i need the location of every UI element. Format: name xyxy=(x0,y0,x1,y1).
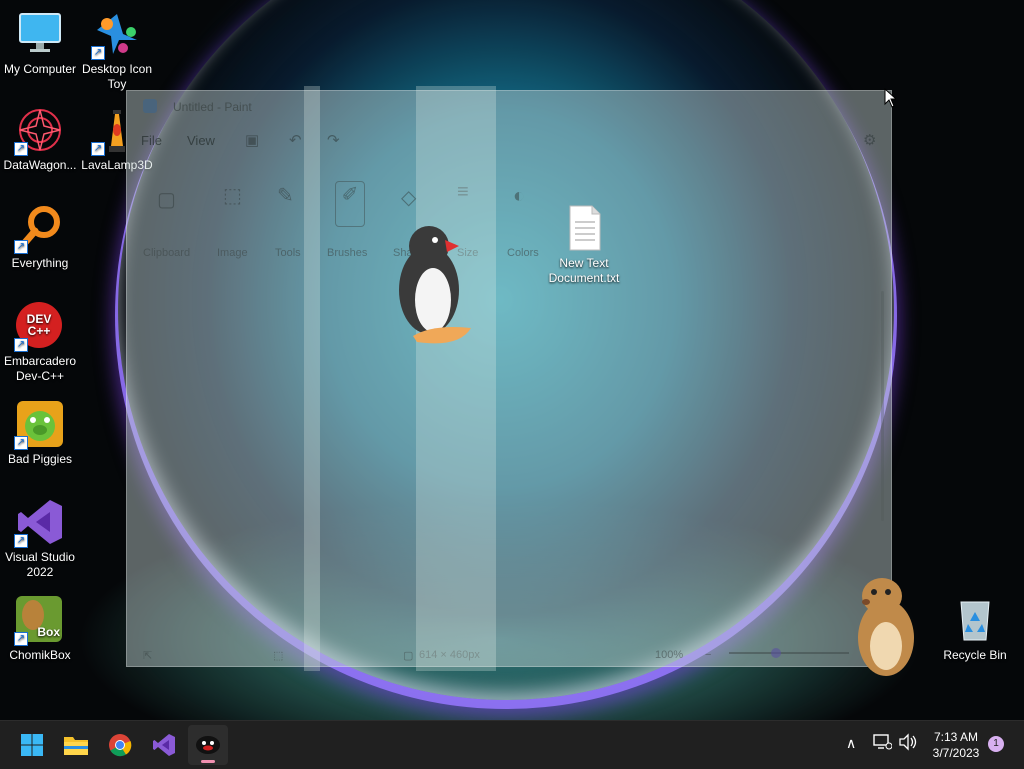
volume-icon[interactable] xyxy=(898,733,918,754)
paint-window[interactable]: Untitled - Paint File View ▣ ↶ ↷ ⚙ ▢ ⬚ ✎… xyxy=(126,90,892,667)
redo-icon[interactable]: ↷ xyxy=(327,131,340,149)
chrome-button[interactable] xyxy=(100,725,140,765)
group-label-image: Image xyxy=(217,247,248,259)
file-explorer-button[interactable] xyxy=(56,725,96,765)
desktop-icon-label: Desktop Icon Toy xyxy=(81,62,153,91)
shortcut-arrow-icon: ↗ xyxy=(14,436,28,450)
text-document-icon xyxy=(560,204,608,252)
desktop-icon-label: Bad Piggies xyxy=(7,452,73,466)
desktop-icon-label: Embarcadero Dev-C++ xyxy=(3,354,77,383)
paint-app-icon xyxy=(143,99,157,113)
group-label-brushes: Brushes xyxy=(327,247,368,259)
recycle-bin-icon xyxy=(951,596,999,644)
tools-icon[interactable]: ✎ xyxy=(277,183,294,208)
shortcut-arrow-icon: ↗ xyxy=(14,142,28,156)
pingu-taskbar-button[interactable] xyxy=(188,725,228,765)
colors-icon[interactable]: ◐ xyxy=(513,185,525,208)
desktop-icon-desktop-icon-toy[interactable]: ↗ Desktop Icon Toy xyxy=(77,10,157,92)
desktop-icon-label: ChomikBox xyxy=(9,648,71,662)
bad-piggies-icon: ↗ xyxy=(14,400,64,450)
shortcut-arrow-icon: ↗ xyxy=(91,46,105,60)
desktop-icon-my-computer[interactable]: My Computer xyxy=(0,10,80,77)
monitor-icon xyxy=(16,10,64,58)
desktop-icon-bad-piggies[interactable]: ↗ Bad Piggies xyxy=(0,400,80,467)
desktop-icon-label: Visual Studio 2022 xyxy=(5,550,75,579)
group-label-colors: Colors xyxy=(507,247,539,259)
shapes-icon[interactable]: ◇ xyxy=(401,185,416,210)
desktop-icon-everything[interactable]: ↗ Everything xyxy=(0,204,80,271)
desktop-icon-chomikbox[interactable]: Box ↗ ChomikBox xyxy=(0,596,80,663)
desktop-icon-datawagon[interactable]: ↗ DataWagon... xyxy=(0,106,80,173)
desktop-icon-visual-studio[interactable]: ↗ Visual Studio 2022 xyxy=(0,498,80,580)
selection-size-icon: ⬚ xyxy=(273,650,284,662)
settings-icon[interactable]: ⚙ xyxy=(863,131,876,149)
pointer-icon: ⇱ xyxy=(143,650,153,662)
glass-stripe xyxy=(416,86,496,671)
clock-time: 7:13 AM xyxy=(933,730,979,744)
start-button[interactable] xyxy=(12,725,52,765)
shortcut-arrow-icon: ↗ xyxy=(14,338,28,352)
hamster-desktop-pet[interactable] xyxy=(852,574,918,678)
penguin-desktop-pet[interactable] xyxy=(393,224,473,348)
group-label-clipboard: Clipboard xyxy=(143,247,191,259)
chomikbox-icon: Box ↗ xyxy=(14,596,64,646)
desktop-icon-label: My Computer xyxy=(3,62,77,76)
glass-stripe xyxy=(304,86,320,671)
windows-logo-icon xyxy=(21,734,43,756)
desktop-icon-dev-cpp[interactable]: DEV C++ ↗ Embarcadero Dev-C++ xyxy=(0,302,80,384)
magnifier-icon: ↗ xyxy=(14,204,64,254)
visual-studio-icon: ↗ xyxy=(14,498,64,548)
zoom-out-icon[interactable]: − xyxy=(705,649,711,661)
window-title: Untitled - Paint xyxy=(173,100,252,114)
desktop-icon-label: Recycle Bin xyxy=(943,648,1007,662)
desktop-icon-label: Everything xyxy=(11,256,69,270)
zoom-slider-thumb[interactable] xyxy=(771,648,781,658)
zoom-level: 100% xyxy=(655,649,684,661)
clipboard-icon[interactable]: ▢ xyxy=(157,187,176,212)
visual-studio-taskbar-icon xyxy=(153,734,175,756)
notification-badge[interactable]: 1 xyxy=(988,736,1004,752)
desktop-icon-label: New Text Document.txt xyxy=(548,256,620,285)
shortcut-arrow-icon: ↗ xyxy=(14,240,28,254)
network-icon[interactable] xyxy=(872,733,893,754)
shortcut-arrow-icon: ↗ xyxy=(14,632,28,646)
desktop-icon-toy-icon: ↗ xyxy=(91,10,141,60)
desktop-icon-recycle-bin[interactable]: Recycle Bin xyxy=(935,596,1015,663)
visual-studio-taskbar-button[interactable] xyxy=(144,725,184,765)
canvas-size-icon: ▢ xyxy=(403,650,414,662)
show-hidden-icons-chevron-icon[interactable]: ∧ xyxy=(846,735,856,752)
pingu-icon xyxy=(196,736,220,754)
canvas-scrollbar[interactable] xyxy=(881,291,884,521)
mouse-cursor-icon xyxy=(884,87,898,113)
shortcut-arrow-icon: ↗ xyxy=(91,142,105,156)
save-icon[interactable]: ▣ xyxy=(245,131,259,149)
shortcut-arrow-icon: ↗ xyxy=(14,534,28,548)
desktop-icon-new-text-document[interactable]: New Text Document.txt xyxy=(544,204,624,286)
desktop-icon-label: DataWagon... xyxy=(3,158,77,172)
group-label-tools: Tools xyxy=(275,247,301,259)
undo-icon[interactable]: ↶ xyxy=(289,131,302,149)
chomikbox-logo-text: Box xyxy=(37,625,60,639)
chrome-icon xyxy=(109,734,132,757)
active-indicator xyxy=(201,760,215,763)
datawagon-icon: ↗ xyxy=(14,106,64,156)
clock-date: 3/7/2023 xyxy=(932,746,980,760)
zoom-slider[interactable] xyxy=(729,648,849,658)
dev-cpp-icon: DEV C++ ↗ xyxy=(14,302,64,352)
select-icon[interactable]: ⬚ xyxy=(223,183,242,208)
menu-file[interactable]: File xyxy=(141,133,162,148)
menu-view[interactable]: View xyxy=(187,133,215,148)
folder-icon xyxy=(64,737,88,755)
clock[interactable]: 7:13 AM 3/7/2023 xyxy=(926,729,986,761)
taskbar: ∧ 7:13 AM 3/7/2023 1 xyxy=(0,720,1024,769)
brushes-icon[interactable]: ✐ xyxy=(335,181,365,227)
